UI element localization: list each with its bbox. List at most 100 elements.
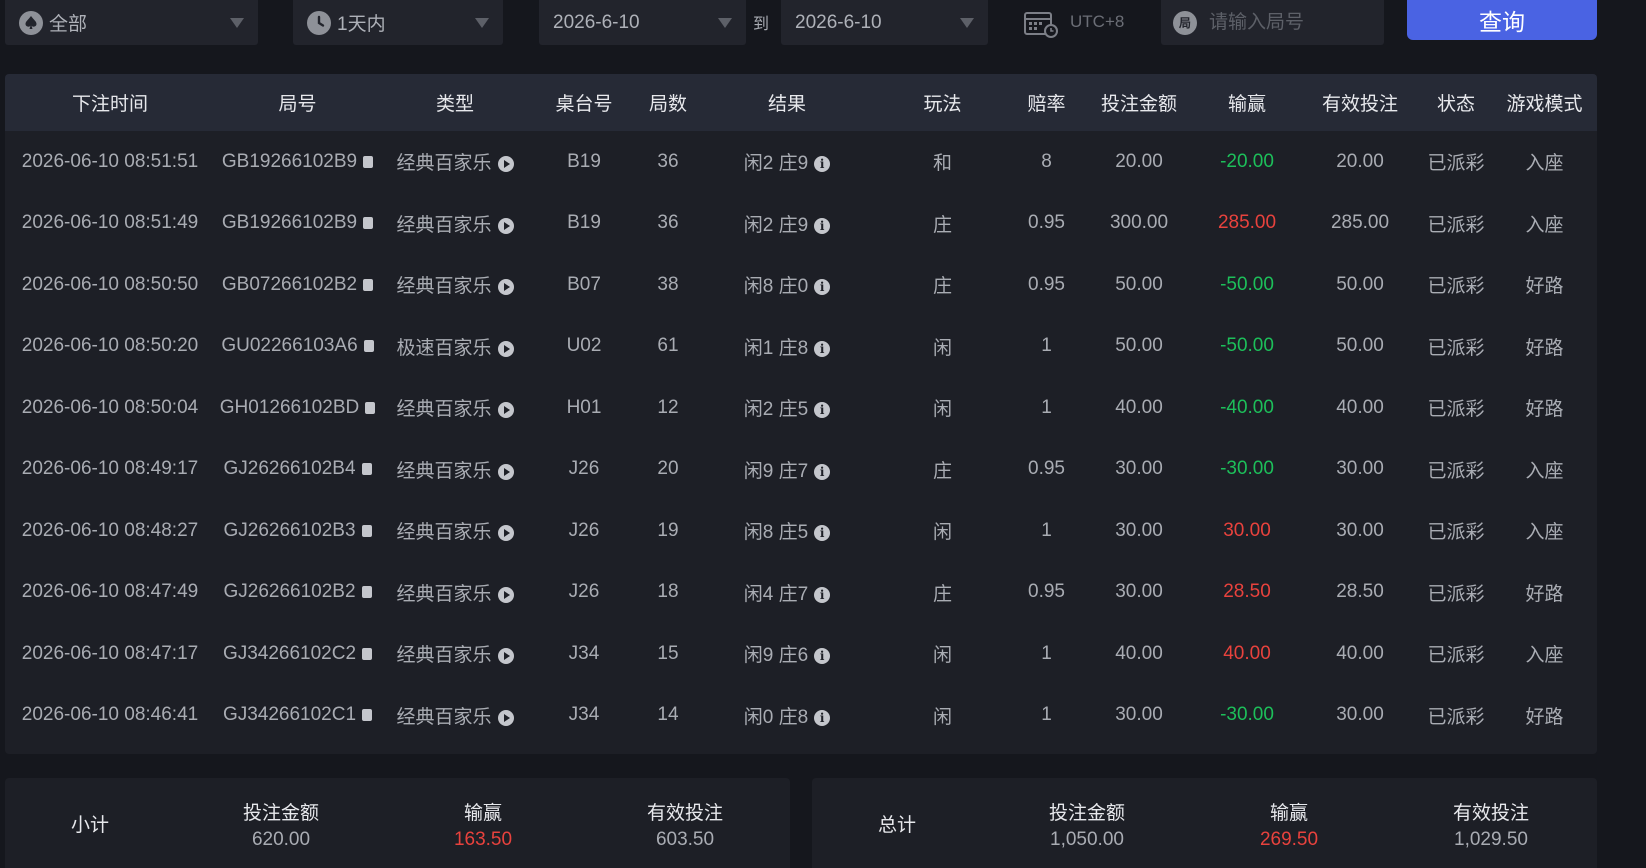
- info-icon[interactable]: i: [814, 279, 831, 296]
- copy-icon[interactable]: [363, 155, 374, 168]
- play-icon[interactable]: [497, 340, 514, 357]
- cell-time: 2026-06-10 08:50:20: [5, 316, 215, 378]
- info-icon[interactable]: i: [814, 156, 831, 173]
- info-icon[interactable]: i: [814, 586, 831, 603]
- play-icon[interactable]: [497, 402, 514, 419]
- copy-icon[interactable]: [361, 524, 372, 537]
- date-from-picker[interactable]: 2026-6-10: [539, 0, 746, 45]
- copy-icon[interactable]: [363, 340, 374, 353]
- info-icon[interactable]: i: [814, 463, 831, 480]
- round-search-box[interactable]: 局: [1161, 0, 1384, 45]
- cell-table: J34: [530, 623, 638, 685]
- cell-type-text: 经典百家乐: [396, 583, 492, 605]
- cell-mode-text: 入座: [1525, 460, 1564, 482]
- copy-icon[interactable]: [363, 217, 374, 230]
- round-icon: 局: [1173, 10, 1197, 35]
- game-filter-value: 全部: [49, 14, 88, 35]
- cell-result: 闲4 庄7 i: [698, 562, 876, 624]
- info-icon[interactable]: i: [814, 709, 831, 726]
- cell-table-text: U02: [566, 335, 602, 357]
- cell-play-text: 闲: [932, 706, 952, 728]
- cell-bet-text: 30.00: [1115, 519, 1163, 541]
- date-from-value: 2026-6-10: [553, 11, 640, 33]
- play-icon[interactable]: [497, 217, 514, 234]
- cell-table: B19: [530, 193, 638, 255]
- time-range-select[interactable]: 1天内: [293, 0, 503, 45]
- cell-type: 经典百家乐: [380, 131, 530, 193]
- cell-mode: 好路: [1492, 562, 1597, 624]
- query-button[interactable]: 查询: [1407, 0, 1597, 40]
- timezone-label: UTC+8: [1070, 12, 1125, 31]
- play-icon[interactable]: [497, 525, 514, 542]
- cell-time-text: 2026-06-10 08:47:49: [21, 581, 199, 603]
- cell-status: 已派彩: [1420, 562, 1492, 624]
- cell-bet: 40.00: [1084, 377, 1194, 439]
- play-icon[interactable]: [497, 709, 514, 726]
- cell-status-text: 已派彩: [1427, 645, 1485, 667]
- copy-icon[interactable]: [361, 463, 372, 476]
- cell-odds: 0.95: [1009, 254, 1084, 316]
- cell-mode: 入座: [1492, 193, 1597, 255]
- column-header-valid: 有效投注: [1300, 74, 1420, 131]
- total-valid-value: 1,029.50: [1454, 829, 1528, 850]
- cell-odds: 0.95: [1009, 562, 1084, 624]
- cell-mode-text: 好路: [1525, 337, 1564, 359]
- copy-icon[interactable]: [362, 647, 373, 660]
- cell-time: 2026-06-10 08:46:41: [5, 685, 215, 747]
- info-icon[interactable]: i: [814, 340, 831, 357]
- table-row: 2026-06-10 08:50:50 GB07266102B2 经典百家乐 B07 3…: [5, 254, 1597, 316]
- cell-type-text: 经典百家乐: [396, 460, 492, 482]
- chevron-down-icon: [718, 17, 732, 28]
- cell-play: 闲: [876, 500, 1009, 562]
- cell-mode: 好路: [1492, 685, 1597, 747]
- cell-table-text: H01: [566, 396, 602, 418]
- cell-play-text: 和: [932, 153, 952, 175]
- cell-count-text: 38: [657, 273, 679, 295]
- copy-icon[interactable]: [362, 709, 373, 722]
- date-to-picker[interactable]: 2026-6-10: [781, 0, 988, 45]
- cell-status-text: 已派彩: [1427, 276, 1485, 298]
- cell-status-text: 已派彩: [1427, 583, 1485, 605]
- play-icon[interactable]: [497, 586, 514, 603]
- subtotal-panel: 小计 投注金额 620.00 输赢 163.50 有效投注 603.50: [5, 778, 790, 868]
- cell-mode: 好路: [1492, 377, 1597, 439]
- cell-winloss-text: -30.00: [1220, 704, 1274, 726]
- cell-time-text: 2026-06-10 08:46:41: [21, 704, 199, 726]
- calendar-icon[interactable]: [1024, 10, 1058, 38]
- play-icon[interactable]: [497, 156, 514, 173]
- cell-bet: 30.00: [1084, 500, 1194, 562]
- cell-count-text: 20: [657, 458, 679, 480]
- cell-winloss: 40.00: [1194, 623, 1300, 685]
- cell-result-text: 闲2 庄9: [743, 214, 809, 236]
- cell-bet: 300.00: [1084, 193, 1194, 255]
- cell-result: 闲0 庄8 i: [698, 685, 876, 747]
- cell-mode: 好路: [1492, 316, 1597, 378]
- cell-time-text: 2026-06-10 08:50:20: [21, 335, 199, 357]
- cell-type: 经典百家乐: [380, 685, 530, 747]
- round-search-input[interactable]: [1207, 10, 1381, 35]
- info-icon[interactable]: i: [814, 648, 831, 665]
- cell-valid-text: 30.00: [1336, 458, 1384, 480]
- cell-odds-text: 8: [1041, 150, 1052, 172]
- info-icon[interactable]: i: [814, 525, 831, 542]
- game-filter-select[interactable]: 全部: [5, 0, 258, 45]
- cell-type: 经典百家乐: [380, 439, 530, 501]
- cell-count: 61: [638, 316, 698, 378]
- play-icon[interactable]: [497, 463, 514, 480]
- copy-icon[interactable]: [365, 401, 376, 414]
- cell-status: 已派彩: [1420, 500, 1492, 562]
- date-to-value: 2026-6-10: [795, 11, 882, 33]
- table-row: 2026-06-10 08:46:41 GJ34266102C1 经典百家乐 J34 1…: [5, 685, 1597, 747]
- cell-bet-text: 40.00: [1115, 642, 1163, 664]
- info-icon[interactable]: i: [814, 402, 831, 419]
- cell-table: J34: [530, 685, 638, 747]
- copy-icon[interactable]: [361, 586, 372, 599]
- subtotal-label: 小计: [71, 814, 110, 836]
- cell-mode-text: 入座: [1525, 522, 1564, 544]
- play-icon[interactable]: [497, 279, 514, 296]
- play-icon[interactable]: [497, 648, 514, 665]
- info-icon[interactable]: i: [814, 217, 831, 234]
- cell-odds-text: 0.95: [1028, 273, 1065, 295]
- copy-icon[interactable]: [363, 278, 374, 291]
- cell-round-text: GB19266102B9: [221, 150, 358, 172]
